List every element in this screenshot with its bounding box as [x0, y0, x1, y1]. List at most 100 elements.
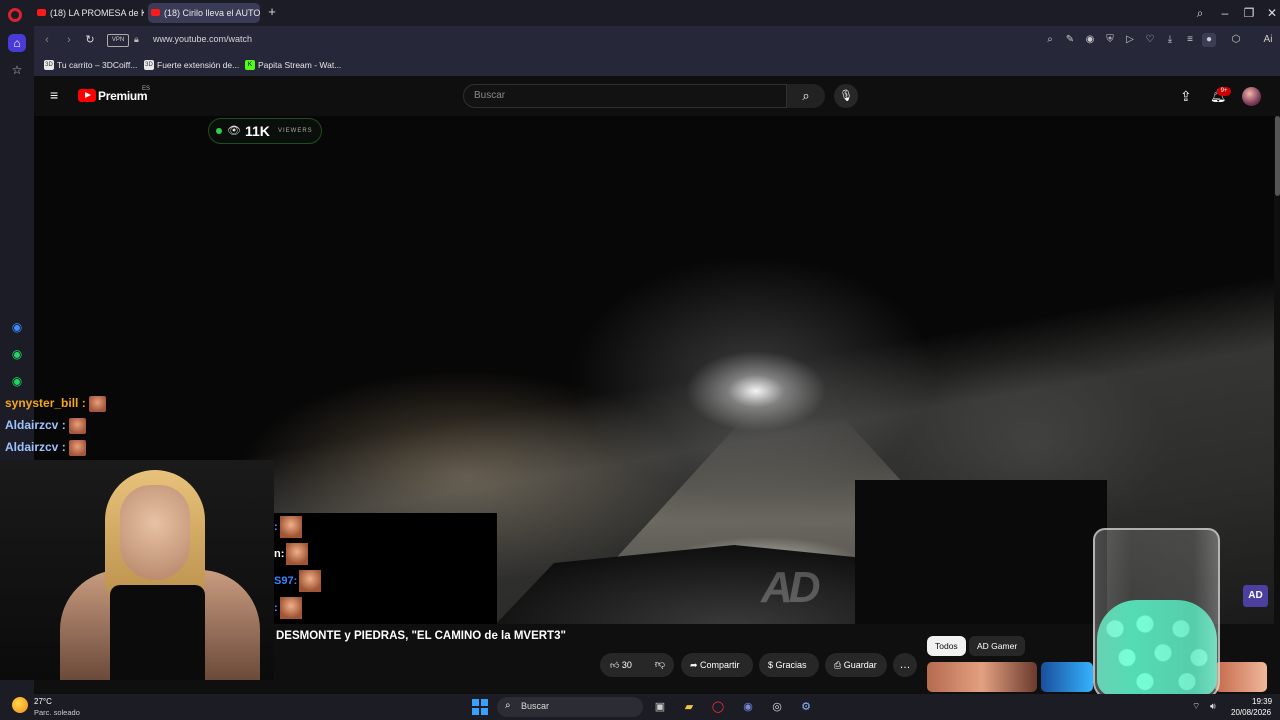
- bookmark-3-label: Papita Stream - Wat...: [258, 60, 342, 70]
- menu-lines-icon[interactable]: ≡: [1183, 33, 1197, 47]
- dislike-button[interactable]: 👎︎: [648, 653, 672, 677]
- like-count: 30: [621, 660, 632, 670]
- region-code: ES: [142, 86, 151, 92]
- obs-icon[interactable]: ◎: [769, 699, 785, 715]
- url-field[interactable]: www.youtube.com/watch: [153, 34, 252, 44]
- task-view-icon[interactable]: ▣: [652, 699, 668, 715]
- clock-time[interactable]: 19:39: [1252, 697, 1272, 706]
- bookmark-1-label: Tu carrito – 3DCoiff...: [57, 60, 138, 70]
- back-button[interactable]: ‹: [40, 33, 54, 47]
- tab-1-label: (18) LA PROMESA de King: [50, 8, 144, 18]
- clock-date[interactable]: 20/08/2026: [1231, 708, 1271, 717]
- hamburger-menu-icon[interactable]: ≡: [50, 88, 64, 102]
- search-tabs-icon[interactable]: ⌕: [1190, 5, 1210, 21]
- file-explorer-icon[interactable]: ▰: [681, 699, 697, 715]
- emote-icon: [286, 543, 309, 566]
- recommended-thumbnail[interactable]: [1041, 662, 1093, 692]
- like-button[interactable]: 👍︎ 30: [600, 653, 642, 677]
- search-page-icon[interactable]: ⌕: [1043, 33, 1057, 47]
- ai-button[interactable]: Ai: [1258, 33, 1278, 47]
- profile-icon[interactable]: ●: [1202, 33, 1216, 47]
- emote-icon: [88, 395, 106, 412]
- chat-user: :: [274, 521, 278, 533]
- cube-icon[interactable]: ⬡: [1229, 33, 1243, 47]
- youtube-logo-icon[interactable]: [78, 89, 96, 102]
- emote-icon: [68, 439, 86, 456]
- share-button[interactable]: ➦ Compartir: [681, 653, 753, 677]
- overlay-dark-panel: [855, 480, 1107, 624]
- bookmark-1[interactable]: 3D Tu carrito – 3DCoiff...: [44, 58, 137, 72]
- messenger-icon[interactable]: ◉: [8, 318, 26, 336]
- channel-corner-logo: AD: [1243, 585, 1268, 607]
- forward-button[interactable]: ›: [62, 33, 76, 47]
- emote-icon: [68, 417, 86, 434]
- weather-sun-icon[interactable]: [12, 697, 28, 713]
- more-options-button[interactable]: …: [893, 653, 917, 677]
- browser-tab-1[interactable]: (18) LA PROMESA de King: [34, 3, 144, 23]
- download-icon[interactable]: ⤓: [1163, 33, 1177, 47]
- chat-user: :: [274, 602, 278, 614]
- bookmark-2-label: Fuerte extensión de...: [157, 60, 240, 70]
- chip-all[interactable]: Todos: [927, 636, 966, 656]
- volume-icon[interactable]: 🔊︎: [1210, 701, 1216, 712]
- chat-line: :: [274, 596, 302, 620]
- play-icon[interactable]: ▷: [1123, 33, 1137, 47]
- weather-description[interactable]: Parc. soleado: [34, 708, 80, 717]
- kick-favicon-icon: K: [245, 60, 255, 70]
- windows-start-icon[interactable]: [472, 699, 488, 715]
- edit-icon[interactable]: ✎: [1063, 33, 1077, 47]
- youtube-premium-logo[interactable]: Premium: [98, 89, 148, 103]
- new-tab-button[interactable]: +: [265, 5, 279, 19]
- viewers-label: VIEWERS: [278, 128, 313, 134]
- search-button[interactable]: ⌕: [787, 84, 825, 108]
- thanks-button[interactable]: $ Gracias: [759, 653, 819, 677]
- close-window-button[interactable]: ✕: [1262, 5, 1280, 21]
- user-avatar[interactable]: [1242, 87, 1261, 106]
- recommended-thumbnail[interactable]: [1215, 662, 1267, 692]
- chat-line: S97:: [274, 569, 322, 593]
- taskbar-search-input[interactable]: Buscar: [521, 701, 549, 711]
- upload-icon[interactable]: ⇪: [1180, 88, 1192, 105]
- chat-line: n:: [274, 542, 309, 566]
- bookmark-3[interactable]: K Papita Stream - Wat...: [245, 58, 341, 72]
- share-label: Compartir: [700, 660, 740, 670]
- lock-icon[interactable]: 🔒︎: [134, 34, 139, 45]
- star-icon[interactable]: ☆: [8, 61, 26, 79]
- chat-user: S97:: [274, 575, 298, 587]
- shield-icon[interactable]: ⛨: [1103, 33, 1117, 47]
- page-scrollbar[interactable]: [1275, 116, 1280, 196]
- bookmark-2[interactable]: 3D Fuerte extensión de...: [144, 58, 239, 72]
- discord-icon[interactable]: ◉: [740, 699, 756, 715]
- camera-icon[interactable]: ◉: [1083, 33, 1097, 47]
- video-title: DESMONTE y PIEDRAS, "EL CAMINO de la MVE…: [276, 630, 566, 642]
- ai-label: Ai: [1263, 34, 1273, 45]
- recommended-thumbnail[interactable]: [927, 662, 1037, 692]
- opera-taskbar-icon[interactable]: ◯: [710, 699, 726, 715]
- minimize-button[interactable]: –: [1215, 5, 1235, 21]
- webcam-person-face: [120, 485, 190, 580]
- home-icon[interactable]: ⌂: [8, 34, 26, 52]
- save-label: Guardar: [843, 660, 877, 670]
- chat-user: Aldairzcv :: [5, 440, 66, 454]
- vpn-badge[interactable]: VPN: [107, 34, 129, 47]
- reload-button[interactable]: ↻: [83, 33, 97, 47]
- chip-ad-gamer[interactable]: AD Gamer: [969, 636, 1026, 656]
- youtube-search-box[interactable]: [463, 84, 787, 108]
- search-input[interactable]: Buscar: [474, 90, 505, 101]
- opera-logo-icon[interactable]: [8, 8, 22, 22]
- notifications-badge: 9+: [1217, 87, 1231, 96]
- video-watermark: AD: [761, 563, 821, 612]
- heart-icon[interactable]: ♡: [1143, 33, 1157, 47]
- whatsapp-icon[interactable]: ◉: [8, 345, 26, 363]
- wifi-icon[interactable]: ⌔: [1192, 701, 1200, 712]
- weather-temperature[interactable]: 27°C: [34, 697, 52, 706]
- save-button[interactable]: ⎙ Guardar: [825, 653, 887, 677]
- microphone-icon[interactable]: 🎙︎: [834, 84, 858, 108]
- settings-gear-icon[interactable]: ⚙: [798, 699, 814, 715]
- spotify-icon[interactable]: ◉: [8, 372, 26, 390]
- browser-tab-2-active[interactable]: (18) Cirilo lleva el AUTO: [148, 3, 260, 23]
- chat-user: synyster_bill :: [5, 396, 86, 410]
- restore-button[interactable]: ❐: [1239, 5, 1259, 21]
- tab-2-label: (18) Cirilo lleva el AUTO: [164, 8, 260, 18]
- taskbar-search-box[interactable]: [497, 697, 643, 717]
